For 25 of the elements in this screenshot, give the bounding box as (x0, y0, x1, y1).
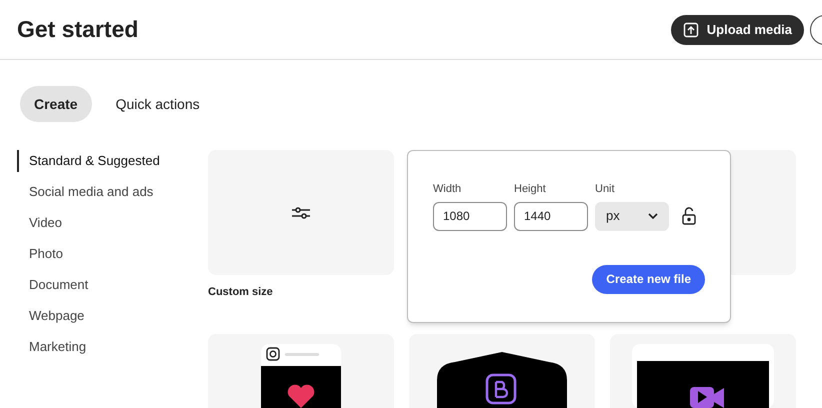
page-title: Get started (17, 15, 138, 44)
tab[interactable]: Quick actions (102, 86, 214, 122)
sidebar-item[interactable]: Photo (17, 243, 208, 265)
chevron-down-icon (648, 213, 658, 219)
template-card[interactable] (409, 334, 595, 408)
tab[interactable]: Create (20, 86, 92, 122)
upload-media-button[interactable]: Upload media (670, 14, 804, 44)
template-card[interactable] (208, 334, 394, 408)
card-label: Custom size (208, 285, 274, 300)
sidebar-item[interactable]: Document (17, 274, 208, 296)
sliders-icon (291, 206, 311, 220)
sidebar-item[interactable]: Social media and ads (17, 181, 208, 203)
create-new-file-button[interactable]: Create new file (592, 264, 705, 294)
template-card[interactable] (610, 334, 796, 408)
unit-dropdown[interactable]: px (595, 202, 669, 230)
height-field[interactable]: 1440 (514, 202, 588, 230)
field-label: Unit (595, 182, 616, 197)
sidebar-item[interactable]: Video (17, 212, 208, 234)
field-label: Height (514, 182, 547, 197)
upload-icon (682, 22, 699, 38)
sidebar-item[interactable]: Webpage (17, 305, 208, 327)
unlocked-icon (682, 207, 696, 225)
sidebar-item[interactable]: Marketing (17, 336, 208, 358)
width-field[interactable]: 1080 (433, 202, 507, 230)
field-label: Width (433, 182, 462, 197)
